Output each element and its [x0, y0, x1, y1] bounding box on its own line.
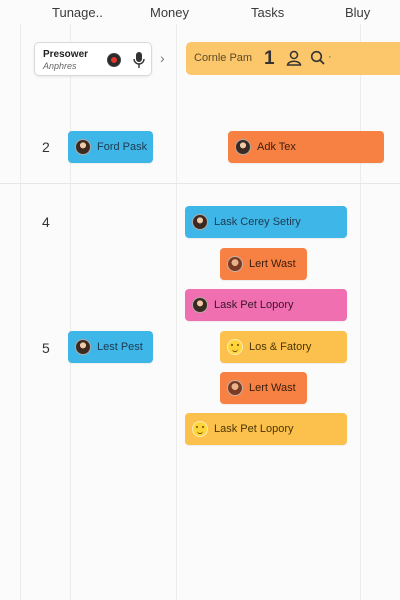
- row-number: 4: [42, 214, 50, 230]
- avatar-dark-icon: [192, 297, 208, 313]
- task-label: Lask Pet Lopory: [214, 299, 294, 311]
- avatar-emoji-icon: [227, 339, 243, 355]
- task-card[interactable]: Adk Tex: [228, 131, 384, 163]
- banner-count: 1: [264, 48, 275, 69]
- task-label: Ford Pask: [97, 141, 148, 153]
- row-number: 5: [42, 340, 50, 356]
- search-card-subtitle: Anphres: [43, 61, 77, 71]
- voice-search-card[interactable]: Presower Anphres: [34, 42, 152, 76]
- task-label: Lask Cerey Setiry: [214, 216, 301, 228]
- task-card[interactable]: Lert Wast: [220, 372, 307, 404]
- avatar-emoji-icon: [192, 421, 208, 437]
- task-card[interactable]: Lest Pest: [68, 331, 153, 363]
- row-number: 2: [42, 139, 50, 155]
- grid-line: [20, 24, 21, 600]
- task-card[interactable]: Los & Fatory: [220, 331, 347, 363]
- task-card[interactable]: Lask Pet Lopory: [185, 289, 347, 321]
- task-label: Adk Tex: [257, 141, 296, 153]
- task-label: Lask Pet Lopory: [214, 423, 294, 435]
- task-card[interactable]: Lert Wast: [220, 248, 307, 280]
- grid-line: [176, 24, 177, 600]
- column-header-bar: Tunage.. Money Tasks Bluy: [0, 0, 400, 28]
- microphone-icon[interactable]: [131, 51, 147, 69]
- chevron-right-icon[interactable]: ›: [160, 50, 165, 66]
- avatar-brown-icon: [227, 380, 243, 396]
- banner-label: Cornle Pam: [194, 52, 253, 64]
- column-header-bluy[interactable]: Bluy: [345, 5, 370, 20]
- more-indicator[interactable]: ·: [328, 51, 332, 63]
- column-header-tunage[interactable]: Tunage..: [52, 5, 103, 20]
- summary-banner[interactable]: Cornle Pam 1 ·: [186, 42, 400, 75]
- task-label: Lest Pest: [97, 341, 143, 353]
- task-card[interactable]: Ford Pask: [68, 131, 153, 163]
- row-divider: [0, 183, 400, 184]
- task-label: Lert Wast: [249, 258, 296, 270]
- avatar-dark-icon: [75, 339, 91, 355]
- record-icon[interactable]: [107, 53, 121, 67]
- column-header-money[interactable]: Money: [150, 5, 189, 20]
- search-card-title: Presower: [43, 49, 89, 60]
- task-label: Los & Fatory: [249, 341, 312, 353]
- search-icon[interactable]: [310, 50, 326, 66]
- avatar-brown-icon: [227, 256, 243, 272]
- user-icon[interactable]: [286, 50, 302, 66]
- grid-line: [70, 24, 71, 600]
- task-card[interactable]: Lask Pet Lopory: [185, 413, 347, 445]
- task-label: Lert Wast: [249, 382, 296, 394]
- avatar-dark-icon: [192, 214, 208, 230]
- grid-line: [360, 24, 361, 600]
- avatar-dark-icon: [235, 139, 251, 155]
- task-card[interactable]: Lask Cerey Setiry: [185, 206, 347, 238]
- column-header-tasks[interactable]: Tasks: [251, 5, 284, 20]
- avatar-dark-icon: [75, 139, 91, 155]
